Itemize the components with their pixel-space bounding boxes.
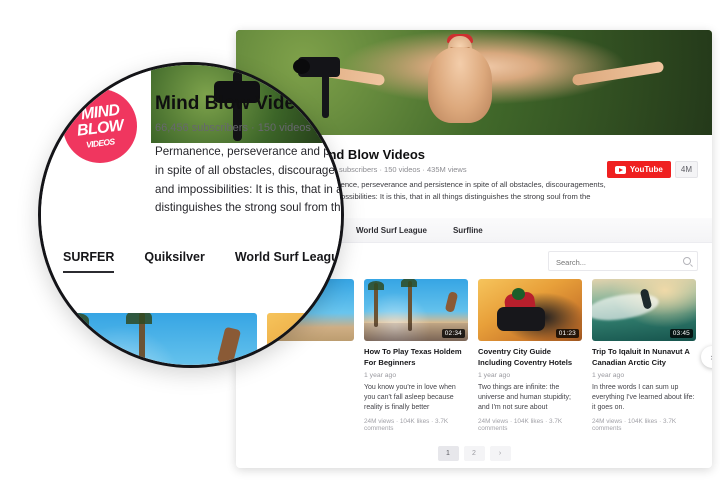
magnified-tab-surfer[interactable]: SURFER [63,250,115,273]
video-age: 1 year ago [592,371,625,379]
channel-title: Mind Blow Videos [314,147,425,162]
video-thumbnail[interactable]: 03:45 [592,279,696,342]
search-input[interactable] [549,253,697,272]
banner-torso [427,46,492,123]
video-title[interactable]: How To Play Texas Holdem For Beginners [364,347,468,368]
tab-world-surf-league[interactable]: World Surf League [356,226,427,235]
youtube-subscribe-button[interactable]: YouTube [606,161,671,178]
magnified-description-line1: Permanence, perseverance and persistence… [155,145,344,177]
magnified-description-line2: and impossibilities: It is this, that in… [155,182,343,215]
magnified-tab-bar: SURFER Quiksilver World Surf League [63,250,341,273]
magnified-tab-world-surf-league[interactable]: World Surf League [235,250,341,273]
channel-description: Permanence, perseverance and persistence… [314,179,607,214]
thumb-quad-bike [496,306,545,331]
video-thumbnail[interactable]: 01:23 [478,279,582,342]
video-duration-badge: 02:34 [441,329,465,339]
video-card[interactable]: 03:45 Trip To Iqaluit In Nunavut A Canad… [592,279,696,432]
video-card[interactable]: 01:23 Coventry City Guide Including Cove… [478,279,582,432]
video-description: Two things are infinite: the universe an… [478,383,571,412]
magnifier-loupe: MIND BLOW VIDEOS Mind Blow Videos 66,456… [38,62,344,368]
channel-description-line2: and impossibilities: It is this, that in… [314,191,591,213]
video-card[interactable]: 02:34 How To Play Texas Holdem For Begin… [364,279,468,432]
youtube-subscribe-label: YouTube [629,165,663,174]
video-age: 1 year ago [478,371,511,379]
magnified-palm-frond [62,313,89,327]
magnified-channel-header: MIND BLOW VIDEOS Mind Blow Videos 66,456… [63,89,344,218]
magnified-tab-quiksilver[interactable]: Quiksilver [144,250,204,273]
thumb-palm-frond [368,280,385,290]
magnified-palm-frond [125,313,152,325]
magnified-channel-description: Permanence, perseverance and persistence… [155,143,344,218]
magnified-jumping-person [217,326,242,365]
search-icon [683,257,691,266]
magnified-content: MIND BLOW VIDEOS Mind Blow Videos 66,456… [41,65,341,365]
video-age: 1 year ago [364,371,397,379]
video-stats: 24M views · 104K likes · 3.7K comments [364,418,449,433]
search-box[interactable] [548,251,698,272]
pagination-page-2[interactable]: 2 [463,446,485,462]
thumb-palm-trunk [374,283,379,328]
magnified-video-thumbnail-2[interactable] [267,313,341,365]
magnified-video-thumbnail[interactable] [61,313,257,365]
channel-description-line1: Permanence, perseverance and persistence… [314,180,606,189]
thumb-jumping-person [444,290,458,313]
video-duration-badge: 01:23 [555,329,579,339]
thumb-palm-frond [401,279,418,288]
screenshot-stage: MIND BLOW VIDEOS Mind Blow Videos 66,456… [0,0,720,500]
video-stats: 24M views · 104K likes · 3.7K comments [592,418,677,433]
video-description: You know you're in love when you can't f… [364,383,456,412]
video-stats: 24M views · 104K likes · 3.7K comments [478,418,563,433]
video-title[interactable]: Trip To Iqaluit In Nunavut A Canadian Ar… [592,347,696,368]
channel-stats: 66,456 subscribers · 150 videos · 435M v… [314,165,467,174]
magnified-avatar-line2: BLOW [75,117,125,140]
video-duration-badge: 03:45 [669,329,693,339]
tab-surfline[interactable]: Surfline [453,226,483,235]
video-title[interactable]: Coventry City Guide Including Coventry H… [478,347,582,368]
pagination-next-button[interactable]: › [489,446,511,462]
magnified-avatar-line3: VIDEOS [85,135,115,150]
video-thumbnail[interactable]: 02:34 [364,279,468,342]
magnified-avatar: MIND BLOW VIDEOS [63,89,137,163]
subscriber-count-badge: 4M [674,161,698,178]
pagination-page-1[interactable]: 1 [437,446,459,462]
magnified-channel-title: Mind Blow Videos [155,93,318,114]
youtube-play-icon [614,165,626,174]
banner-arm-right [572,60,665,86]
magnified-channel-stats: 66,456 subscribers · 150 videos [155,122,311,134]
video-description: In three words I can sum up everything I… [592,383,695,412]
pagination: 1 2 › [236,446,712,462]
